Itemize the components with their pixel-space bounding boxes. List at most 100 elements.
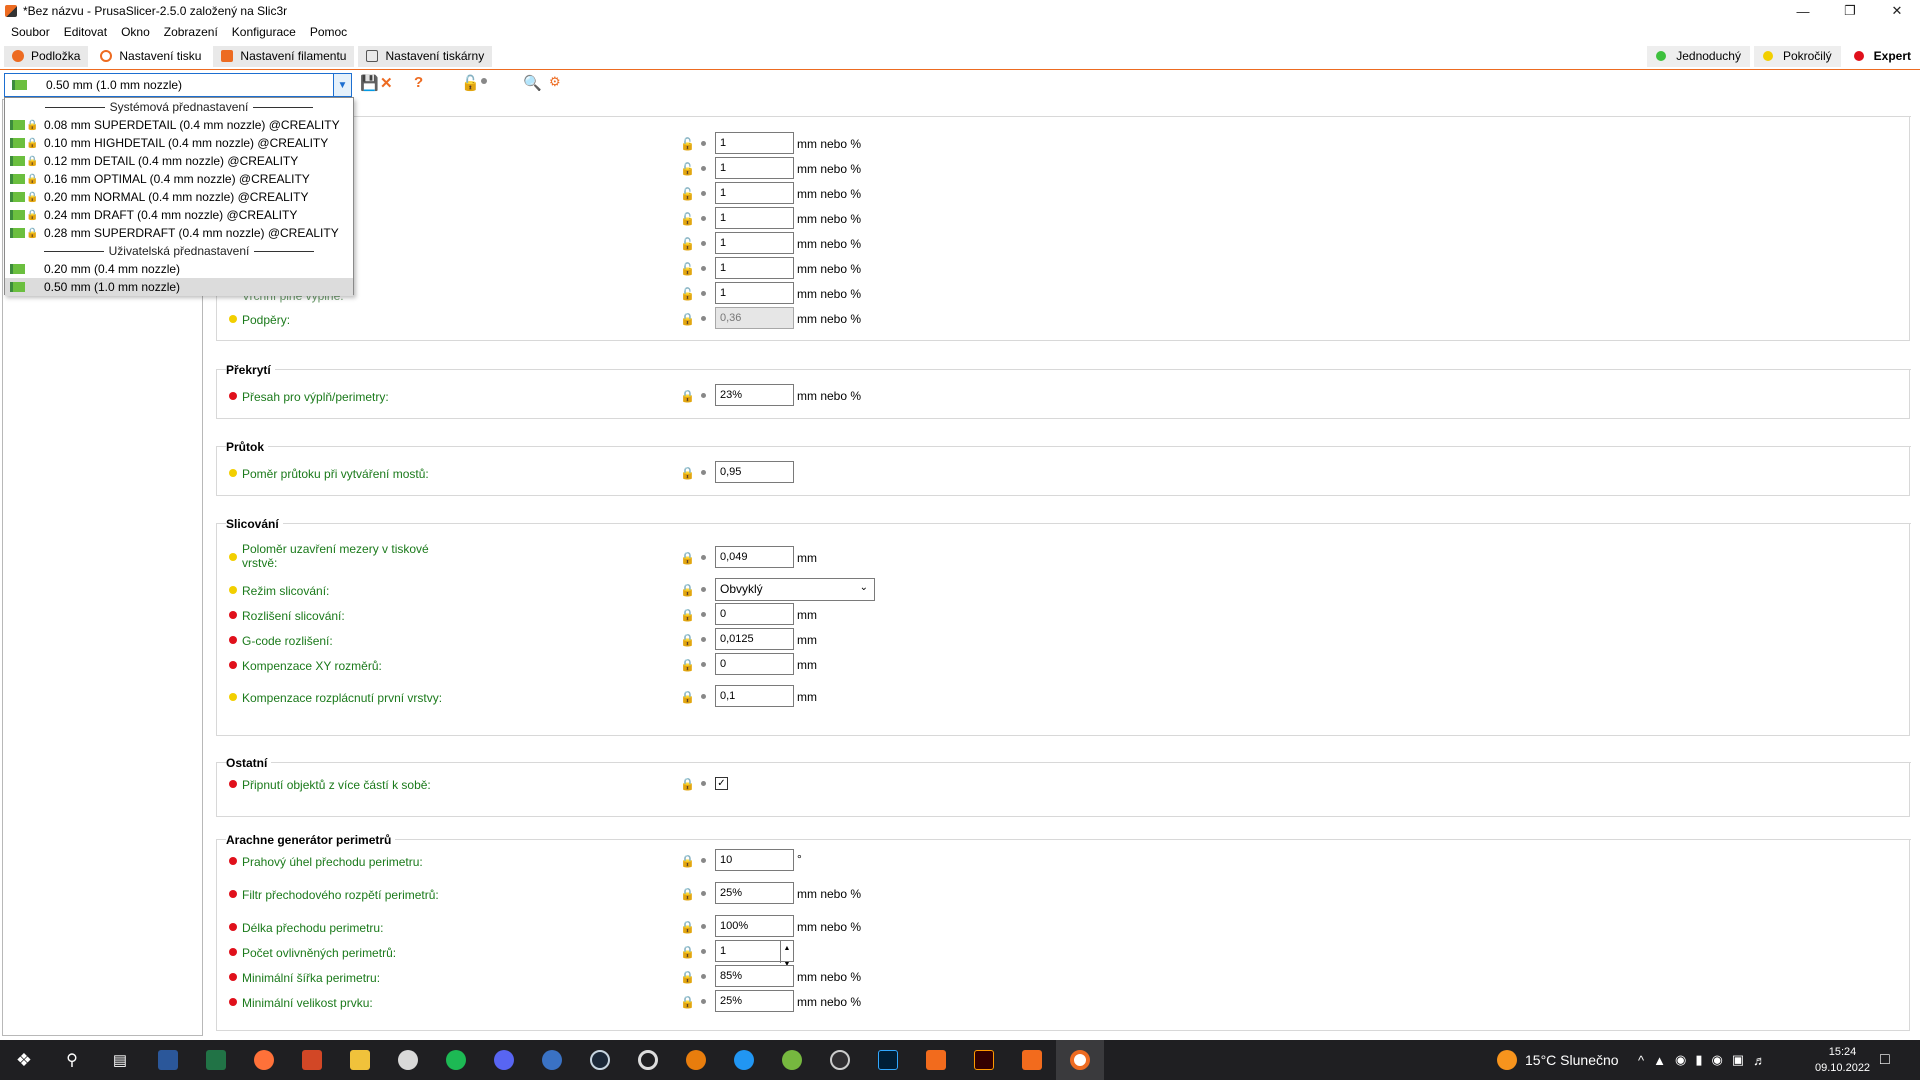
transition-filter-field[interactable]: 25% <box>715 882 794 904</box>
width-field-2[interactable]: 1 <box>715 157 794 179</box>
minimize-button[interactable]: — <box>1780 0 1826 22</box>
lock-icon[interactable]: 🔒 <box>680 608 695 622</box>
menu-file[interactable]: Soubor <box>4 22 57 42</box>
network-icon[interactable]: ▲ <box>1653 1053 1675 1068</box>
tray-chevron-icon[interactable]: ^ <box>1638 1053 1653 1068</box>
taskbar-app-cyan[interactable] <box>720 1040 768 1080</box>
system-dot-icon[interactable] <box>701 166 706 171</box>
unlock-icon[interactable]: 🔓 <box>680 137 695 151</box>
system-dot-icon[interactable] <box>701 999 706 1004</box>
task-view-button[interactable]: ▤ <box>96 1040 144 1080</box>
system-dot-icon[interactable] <box>701 266 706 271</box>
transition-angle-field[interactable]: 10 <box>715 849 794 871</box>
preset-option[interactable]: 🔒 0.08 mm SUPERDETAIL (0.4 mm nozzle) @CR… <box>5 116 353 134</box>
lock-icon[interactable]: 🔒 <box>680 389 695 403</box>
taskbar-prusaslicer[interactable] <box>1056 1040 1104 1080</box>
tray-app-icon[interactable]: ◉ <box>1711 1052 1731 1068</box>
width-field-3[interactable]: 1 <box>715 182 794 204</box>
chevron-down-icon[interactable]: ▼ <box>333 74 351 96</box>
preset-option[interactable]: 0.20 mm (0.4 mm nozzle) <box>5 260 353 278</box>
system-dot-icon[interactable] <box>701 470 706 475</box>
mode-expert-button[interactable]: Expert <box>1844 45 1920 67</box>
system-dot-icon[interactable] <box>701 662 706 667</box>
xy-compensation-field[interactable]: 0 <box>715 653 794 675</box>
preset-option[interactable]: 🔒 0.10 mm HIGHDETAIL (0.4 mm nozzle) @CRE… <box>5 134 353 152</box>
preset-select[interactable]: 0.50 mm (1.0 mm nozzle) ▼ <box>4 73 352 97</box>
system-dot-icon[interactable] <box>701 781 706 786</box>
taskbar-obs[interactable] <box>816 1040 864 1080</box>
search-button[interactable]: ⚲ <box>48 1040 96 1080</box>
width-field-5[interactable]: 1 <box>715 232 794 254</box>
lock-icon[interactable]: 🔒 <box>680 690 695 704</box>
lock-icon[interactable]: 🔒 <box>680 945 695 959</box>
elephant-foot-field[interactable]: 0,1 <box>715 685 794 707</box>
preset-option[interactable]: 🔒 0.24 mm DRAFT (0.4 mm nozzle) @CREALITY <box>5 206 353 224</box>
system-dot-icon[interactable] <box>701 949 706 954</box>
tab-print-settings[interactable]: Nastavení tisku <box>92 45 210 67</box>
width-field-7[interactable]: 1 <box>715 282 794 304</box>
width-field-4[interactable]: 1 <box>715 207 794 229</box>
volume-icon[interactable]: ♬ <box>1753 1053 1775 1068</box>
taskbar-firefox[interactable] <box>240 1040 288 1080</box>
bridge-flow-field[interactable]: 0,95 <box>715 461 794 483</box>
taskbar-excel[interactable] <box>192 1040 240 1080</box>
taskbar-word[interactable] <box>144 1040 192 1080</box>
unlock-icon[interactable]: 🔓 <box>680 187 695 201</box>
clock[interactable]: 15:24 09.10.2022 <box>1815 1040 1870 1080</box>
save-preset-icon[interactable]: 💾 <box>360 74 379 92</box>
help-icon[interactable]: ? <box>414 74 423 91</box>
lock-icon[interactable]: 🔒 <box>680 551 695 565</box>
menu-configuration[interactable]: Konfigurace <box>225 22 303 42</box>
battery-icon[interactable]: ▮ <box>1695 1052 1711 1068</box>
system-dot-icon[interactable] <box>701 393 706 398</box>
lock-icon[interactable]: 🔒 <box>680 312 695 326</box>
taskbar-app-blue[interactable] <box>528 1040 576 1080</box>
taskbar-fusion-2[interactable] <box>1008 1040 1056 1080</box>
delete-preset-icon[interactable]: ✕ <box>380 74 393 92</box>
system-dot-icon[interactable] <box>701 694 706 699</box>
infill-perimeter-overlap-field[interactable]: 23% <box>715 384 794 406</box>
taskbar-lightroom[interactable] <box>864 1040 912 1080</box>
unlock-icon[interactable]: 🔓 <box>680 162 695 176</box>
mode-advanced-button[interactable]: Pokročilý <box>1753 45 1841 67</box>
compare-icon[interactable]: ⚙ <box>549 74 561 90</box>
taskbar-app-ring[interactable] <box>624 1040 672 1080</box>
system-dot-icon[interactable] <box>701 291 706 296</box>
lock-icon[interactable]: 🔒 <box>680 658 695 672</box>
search-icon[interactable]: 🔍 <box>523 74 542 92</box>
spin-arrows-icon[interactable]: ▲▼ <box>780 941 793 968</box>
lock-icon[interactable]: 🔒 <box>680 887 695 901</box>
preset-option[interactable]: 🔒 0.12 mm DETAIL (0.4 mm nozzle) @CREALIT… <box>5 152 353 170</box>
taskbar-illustrator[interactable] <box>960 1040 1008 1080</box>
windows-start-button[interactable]: ❖ <box>0 1040 48 1080</box>
lock-icon[interactable]: 🔒 <box>680 466 695 480</box>
taskbar-spotify[interactable] <box>432 1040 480 1080</box>
tab-plater[interactable]: Podložka <box>4 45 89 67</box>
unlock-icon[interactable]: 🔓 <box>680 237 695 251</box>
taskbar-powerpoint[interactable] <box>288 1040 336 1080</box>
system-dot-icon[interactable] <box>701 924 706 929</box>
system-dot-icon[interactable] <box>701 216 706 221</box>
tray-app-icon[interactable]: ◉ <box>1675 1052 1695 1068</box>
preset-option[interactable]: 🔒 0.28 mm SUPERDRAFT (0.4 mm nozzle) @CRE… <box>5 224 353 242</box>
lock-icon[interactable]: 🔒 <box>680 995 695 1009</box>
mode-simple-button[interactable]: Jednoduchý <box>1647 45 1750 67</box>
system-dot-icon[interactable] <box>701 891 706 896</box>
supports-width-field[interactable]: 0,36 <box>715 307 794 329</box>
unlock-icon[interactable]: 🔓 <box>680 287 695 301</box>
width-field-6[interactable]: 1 <box>715 257 794 279</box>
menu-edit[interactable]: Editovat <box>57 22 114 42</box>
lock-icon[interactable]: 🔒 <box>680 854 695 868</box>
gap-closing-radius-field[interactable]: 0,049 <box>715 546 794 568</box>
system-dot-icon[interactable] <box>701 241 706 246</box>
gcode-resolution-field[interactable]: 0,0125 <box>715 628 794 650</box>
menu-help[interactable]: Pomoc <box>303 22 354 42</box>
unlock-icon[interactable]: 🔓 <box>680 262 695 276</box>
width-field-1[interactable]: 1 <box>715 132 794 154</box>
tab-printer-settings[interactable]: Nastavení tiskárny <box>358 45 493 67</box>
system-dot-icon[interactable] <box>701 612 706 617</box>
system-tray-icons[interactable]: ^ ▲ ◉ ▮ ◉ ▣ ♬ <box>1638 1040 1775 1080</box>
taskbar-app-cloud[interactable] <box>384 1040 432 1080</box>
unlock-icon[interactable]: 🔓 <box>680 212 695 226</box>
distribution-count-spinner[interactable]: 1▲▼ <box>715 940 794 968</box>
